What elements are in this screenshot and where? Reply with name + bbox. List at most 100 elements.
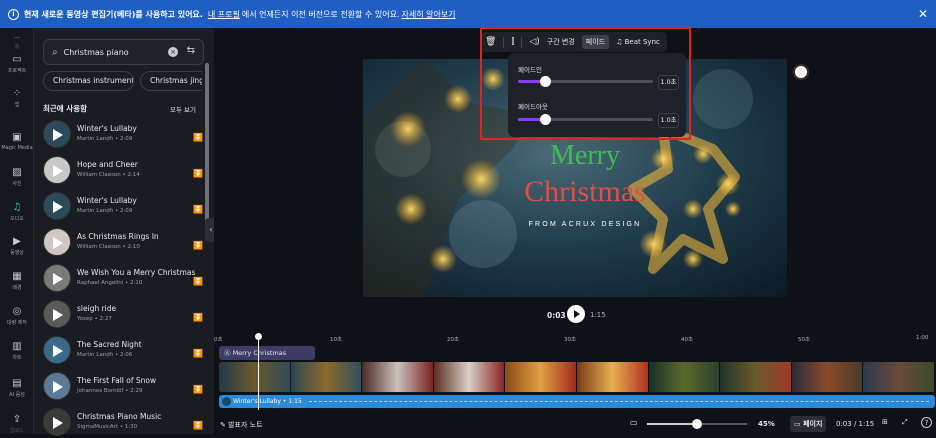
video-thumb bbox=[648, 362, 721, 392]
video-thumb bbox=[362, 362, 434, 392]
rail-projects[interactable]: ▭ 프로젝트 bbox=[0, 54, 34, 74]
ruler-tick: 1:00 bbox=[916, 335, 929, 341]
track-item[interactable]: Winter's Lullaby Martin Landh • 2:09 ⏬ bbox=[43, 192, 203, 222]
track-thumbnail[interactable] bbox=[43, 192, 71, 220]
video-thumb bbox=[863, 362, 935, 392]
timeline-ruler: 0초 10초 20초 30초 40초 50초 1:00 bbox=[214, 334, 936, 344]
fullscreen-icon[interactable]: ⤢ bbox=[902, 418, 908, 427]
text-clip[interactable]: Ⓐ Merry Christmas bbox=[219, 346, 315, 360]
track-thumbnail[interactable] bbox=[43, 336, 71, 364]
video-clip-track[interactable] bbox=[219, 362, 935, 392]
playback-row: 0:03 1:15 bbox=[0, 305, 936, 325]
profile-link[interactable]: 내 프로필 bbox=[208, 9, 240, 20]
rail-ai-voice[interactable]: ▤ AI 음성 bbox=[0, 378, 34, 398]
track-thumbnail[interactable] bbox=[43, 372, 71, 400]
track-item[interactable]: As Christmas Rings In William Claeson • 2… bbox=[43, 228, 203, 258]
info-icon: i bbox=[8, 8, 19, 20]
rail-background[interactable]: ▦ 배경 bbox=[0, 271, 34, 291]
search-input[interactable]: Christmas piano bbox=[64, 48, 129, 57]
audio-clip-label: Winter's Lullaby • 1:15 bbox=[233, 398, 302, 405]
audio-waveform bbox=[309, 401, 929, 402]
track-meta: Martin Landh • 2:09 bbox=[77, 136, 133, 142]
play-icon bbox=[53, 237, 63, 249]
rail-apps[interactable]: ⁘ 앱 bbox=[0, 88, 34, 108]
download-icon[interactable]: ⏬ bbox=[193, 277, 203, 286]
clear-search-icon[interactable]: × bbox=[168, 47, 178, 57]
rail-magic-media[interactable]: ▣ Magic Media bbox=[0, 132, 34, 151]
close-icon[interactable]: ✕ bbox=[918, 7, 928, 21]
download-icon[interactable]: ⏬ bbox=[193, 421, 203, 430]
pages-icon: ▭ bbox=[794, 420, 801, 428]
track-thumbnail[interactable] bbox=[43, 156, 71, 184]
play-icon bbox=[53, 273, 63, 285]
play-icon bbox=[53, 417, 63, 429]
play-icon bbox=[53, 201, 63, 213]
grid-icon[interactable]: ⊞ bbox=[882, 418, 888, 426]
track-thumbnail[interactable] bbox=[43, 120, 71, 148]
track-thumbnail[interactable] bbox=[43, 264, 71, 292]
track-item[interactable]: We Wish You a Merry Christmas Raphael Ang… bbox=[43, 264, 203, 294]
track-title: Christmas Piano Music bbox=[77, 412, 162, 421]
video-icon: ▶ bbox=[13, 236, 21, 247]
rail-upload[interactable]: ⇪ 업로드 bbox=[0, 414, 34, 434]
track-thumbnail[interactable] bbox=[43, 228, 71, 256]
track-thumbnail[interactable] bbox=[43, 408, 71, 436]
photo-icon: ▨ bbox=[12, 167, 22, 178]
rail-audio[interactable]: ♫ 오디오 bbox=[0, 202, 34, 222]
play-icon bbox=[53, 129, 63, 141]
grid-view-icon[interactable]: ▭ bbox=[630, 418, 638, 427]
download-icon[interactable]: ⏬ bbox=[193, 205, 203, 214]
filter-icon[interactable]: ⇆ bbox=[187, 45, 195, 56]
ai-voice-icon: ▤ bbox=[12, 378, 22, 389]
rail-home[interactable]: ― 홈 bbox=[0, 34, 34, 50]
zoom-value[interactable]: 45% bbox=[758, 420, 775, 428]
search-field[interactable]: ⌕ Christmas piano × ⇆ bbox=[43, 39, 204, 65]
track-title: Hope and Cheer bbox=[77, 160, 138, 169]
track-meta: Martin Landh • 2:09 bbox=[77, 208, 133, 214]
learn-more-link[interactable]: 자세히 알아보기 bbox=[401, 9, 455, 20]
video-thumb bbox=[720, 362, 792, 392]
ruler-tick: 40초 bbox=[681, 337, 694, 343]
video-title-line1: Merry bbox=[550, 140, 620, 171]
zoom-slider-knob[interactable] bbox=[692, 419, 702, 429]
pages-button[interactable]: ▭ 페이지 bbox=[790, 416, 827, 432]
video-thumb bbox=[505, 362, 577, 392]
download-icon[interactable]: ⏬ bbox=[193, 349, 203, 358]
playback-total-time: 1:15 bbox=[590, 311, 606, 319]
rail-charts[interactable]: ▥ 차트 bbox=[0, 341, 34, 361]
download-icon[interactable]: ⏬ bbox=[193, 169, 203, 178]
track-item[interactable]: Winter's Lullaby Martin Landh • 2:09 ⏬ bbox=[43, 120, 203, 150]
track-item[interactable]: The Sacred Night Martin Landh • 2:06 ⏬ bbox=[43, 336, 203, 366]
upload-icon: ⇪ bbox=[12, 414, 22, 425]
video-subtitle: FROM ACRUX DESIGN bbox=[529, 221, 642, 228]
track-meta: SigmaMusicArt • 1:30 bbox=[77, 424, 138, 430]
download-icon[interactable]: ⏬ bbox=[193, 385, 203, 394]
track-item[interactable]: The First Fall of Snow Johannes Bornlöf •… bbox=[43, 372, 203, 402]
chip-christmas-instrumental[interactable]: Christmas instrumental bbox=[43, 71, 134, 91]
text-clip-icon: Ⓐ bbox=[224, 349, 231, 357]
track-title: The Sacred Night bbox=[77, 340, 142, 349]
help-icon[interactable]: ? bbox=[921, 417, 932, 428]
audio-clip[interactable]: Winter's Lullaby • 1:15 bbox=[219, 395, 935, 408]
chip-christmas-jingle[interactable]: Christmas jing bbox=[140, 71, 202, 91]
track-meta: William Claeson • 2:10 bbox=[77, 244, 140, 250]
collaborator-avatar[interactable] bbox=[793, 64, 809, 80]
rail-video[interactable]: ▶ 동영상 bbox=[0, 236, 34, 256]
download-icon[interactable]: ⏬ bbox=[193, 241, 203, 250]
ruler-tick: 0초 bbox=[214, 337, 223, 343]
notes-button[interactable]: ✎ 발표자 노트 bbox=[220, 420, 263, 430]
track-item[interactable]: Hope and Cheer William Claeson • 2:14 ⏬ bbox=[43, 156, 203, 186]
zoom-slider[interactable] bbox=[647, 419, 747, 429]
track-meta: William Claeson • 2:14 bbox=[77, 172, 140, 178]
video-title-line2: Christmas bbox=[524, 175, 646, 208]
see-all-link[interactable]: 모두 보기 bbox=[170, 104, 196, 114]
play-button[interactable] bbox=[567, 305, 585, 323]
rail-photos[interactable]: ▨ 사진 bbox=[0, 167, 34, 187]
time-display: 0:03 / 1:15 bbox=[836, 420, 875, 428]
playhead[interactable] bbox=[255, 333, 262, 410]
panel-scrollbar[interactable] bbox=[205, 63, 209, 221]
left-rail: ― 홈 ▭ 프로젝트 ⁘ 앱 ▣ Magic Media ▨ 사진 ♫ 오디오 ▶ 동영상 ▦… bbox=[0, 28, 34, 434]
download-icon[interactable]: ⏬ bbox=[193, 133, 203, 142]
recent-heading: 최근에 사용함 bbox=[43, 104, 88, 113]
track-meta: Johannes Bornlöf • 2:29 bbox=[77, 388, 143, 394]
